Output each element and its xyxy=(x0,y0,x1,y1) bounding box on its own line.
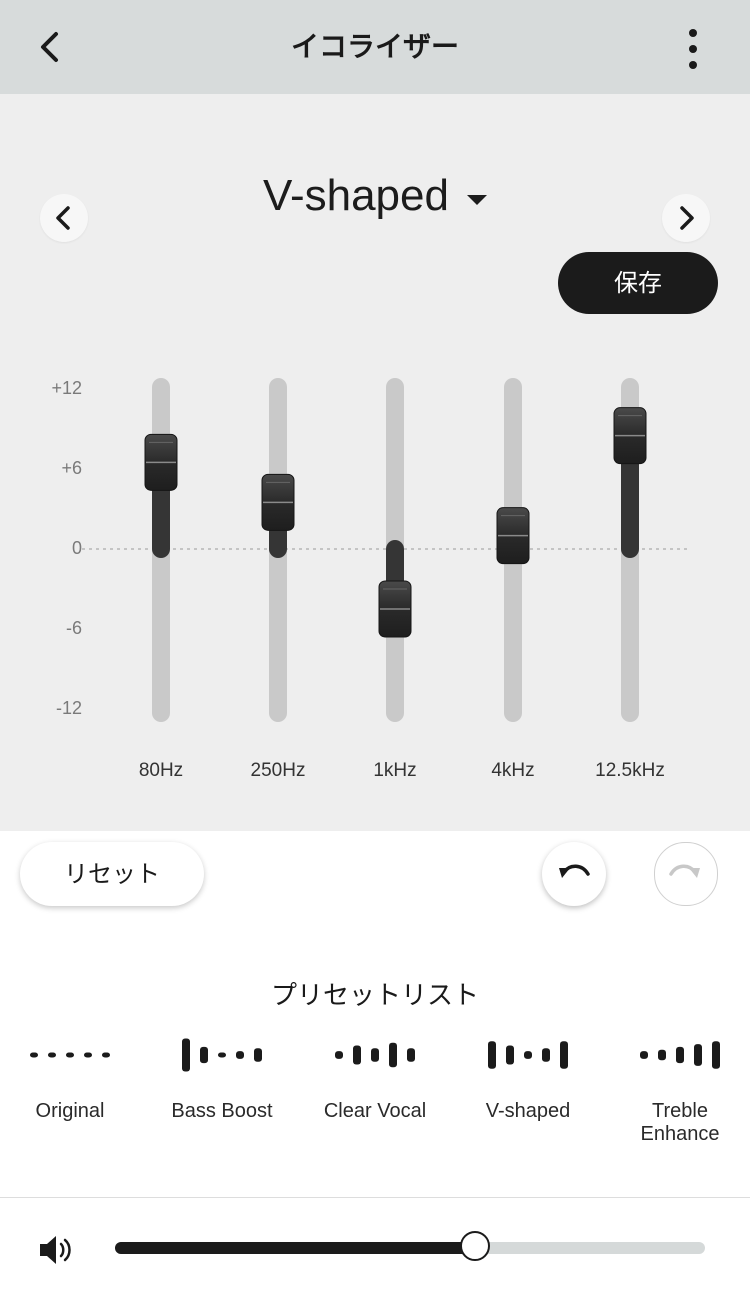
back-chevron-icon xyxy=(41,32,58,62)
preset-item-label: Treble Enhance xyxy=(640,1100,720,1145)
preset-curve-bar xyxy=(640,1051,648,1059)
preset-curve-bar xyxy=(407,1048,415,1062)
eq-band-12.5khz[interactable] xyxy=(613,378,647,722)
eq-slider-thumb[interactable] xyxy=(613,407,647,465)
preset-item-v-shaped[interactable]: V-shaped xyxy=(453,1022,603,1162)
preset-curve-bar xyxy=(236,1051,244,1059)
preset-curve-bar xyxy=(182,1038,190,1072)
preset-item-bass-boost[interactable]: Bass Boost xyxy=(147,1022,297,1162)
back-button[interactable] xyxy=(30,27,70,67)
speaker-icon xyxy=(40,1236,71,1264)
frequency-label: 80Hz xyxy=(138,760,184,781)
reset-button[interactable]: リセット xyxy=(20,842,204,906)
eq-band-80hz[interactable] xyxy=(144,378,178,722)
preset-curve-bar xyxy=(218,1052,226,1058)
frequency-label: 4kHz xyxy=(491,760,535,781)
preset-curve-icon xyxy=(488,1041,568,1069)
app-header: イコライザー xyxy=(0,0,750,94)
volume-slider[interactable] xyxy=(115,1231,705,1261)
volume-level-fill xyxy=(115,1242,475,1254)
preset-curve-bar xyxy=(371,1048,379,1062)
preset-curve-bar xyxy=(102,1052,110,1058)
divider xyxy=(0,1197,750,1198)
preset-curve-bar xyxy=(712,1041,720,1069)
preset-curve-bar xyxy=(542,1048,550,1062)
preset-curve-bar xyxy=(524,1051,532,1059)
preset-curve-bar xyxy=(254,1048,262,1062)
more-options-button[interactable] xyxy=(673,27,713,71)
preset-item-label: Original xyxy=(35,1100,105,1122)
eq-band-1khz[interactable] xyxy=(378,378,412,722)
preset-curve-bar xyxy=(658,1049,666,1061)
undo-button[interactable] xyxy=(542,842,606,906)
eq-slider-thumb[interactable] xyxy=(378,580,412,638)
frequency-label: 12.5kHz xyxy=(595,760,665,781)
equalizer-panel: V-shaped 保存 +12 +6 0 -6 -12 80Hz 250Hz 1kHz 4kH… xyxy=(0,94,750,831)
preset-curve-icon xyxy=(335,1042,415,1068)
eq-slider-thumb[interactable] xyxy=(144,433,178,491)
preset-curve-bar xyxy=(506,1045,514,1065)
preset-curve-bar xyxy=(30,1052,38,1058)
preset-curve-icon xyxy=(30,1052,110,1058)
frequency-label: 250Hz xyxy=(250,760,306,781)
preset-curve-bar xyxy=(694,1044,702,1066)
eq-band-250hz[interactable] xyxy=(261,378,295,722)
eq-band-4khz[interactable] xyxy=(496,378,530,722)
preset-item-label: Bass Boost xyxy=(171,1100,273,1122)
preset-curve-bar xyxy=(389,1042,397,1068)
volume-slider-thumb[interactable] xyxy=(459,1231,490,1261)
page-title: イコライザー xyxy=(290,30,459,63)
preset-item-original[interactable]: Original xyxy=(0,1022,145,1162)
eq-slider-thumb[interactable] xyxy=(496,507,530,565)
preset-item-label: Clear Vocal xyxy=(323,1100,427,1122)
eq-slider-thumb[interactable] xyxy=(261,473,295,531)
preset-curve-bar xyxy=(676,1046,684,1064)
undo-icon xyxy=(559,864,590,878)
volume-button[interactable] xyxy=(36,1230,76,1270)
preset-curve-bar xyxy=(48,1052,56,1058)
preset-curve-bar xyxy=(353,1045,361,1065)
redo-button[interactable] xyxy=(654,842,718,906)
preset-curve-bar xyxy=(560,1041,568,1069)
preset-curve-bar xyxy=(84,1052,92,1058)
redo-icon xyxy=(669,864,700,878)
preset-curve-bar xyxy=(335,1051,343,1059)
preset-item-clear-vocal[interactable]: Clear Vocal xyxy=(300,1022,450,1162)
preset-curve-bar xyxy=(488,1041,496,1069)
preset-list-title: プリセットリスト xyxy=(270,981,479,1011)
preset-curve-bar xyxy=(200,1046,208,1064)
more-vertical-icon xyxy=(689,29,697,69)
preset-curve-icon xyxy=(182,1038,262,1072)
equalizer-sliders xyxy=(82,378,690,722)
frequency-label: 1kHz xyxy=(373,760,417,781)
preset-item-treble-enhance[interactable]: Treble Enhance xyxy=(605,1022,750,1162)
preset-curve-bar xyxy=(66,1052,74,1058)
preset-curve-icon xyxy=(640,1041,720,1069)
preset-item-label: V-shaped xyxy=(485,1100,571,1122)
